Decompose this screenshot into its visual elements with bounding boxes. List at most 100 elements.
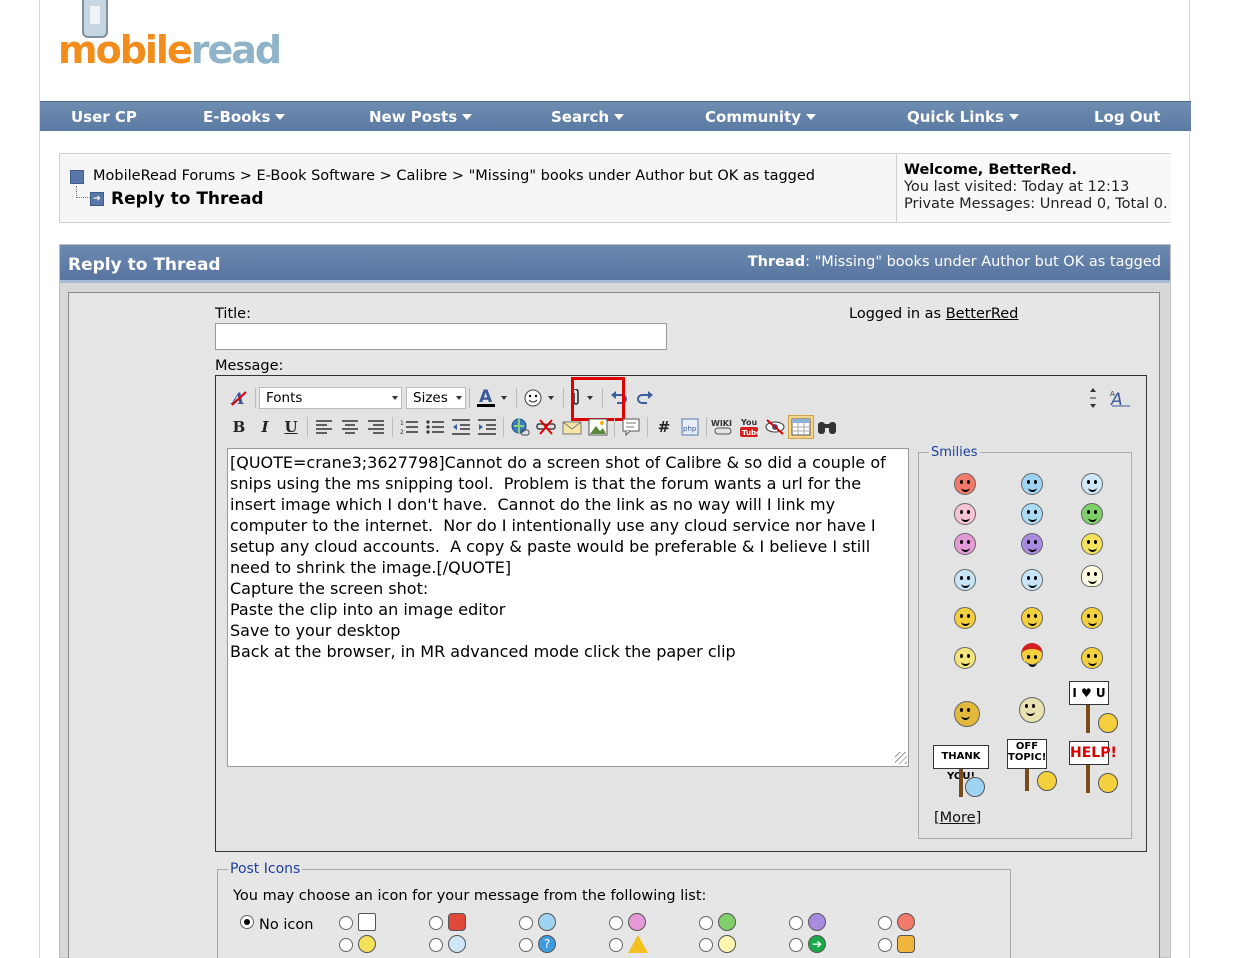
indent-icon[interactable] <box>474 415 500 439</box>
nav-new-posts[interactable]: New Posts <box>369 108 473 126</box>
nav-ebooks[interactable]: E-Books <box>203 108 286 126</box>
youtube-icon[interactable]: You Tube <box>736 415 762 439</box>
i-love-you-sign-icon[interactable]: I ♥ U <box>1064 681 1126 735</box>
remove-format-icon[interactable]: A <box>226 386 252 410</box>
book-smiley-icon[interactable] <box>954 701 980 727</box>
underline-icon[interactable]: U <box>278 415 304 439</box>
insert-table-icon[interactable] <box>788 415 814 439</box>
cool-smiley-icon[interactable] <box>1081 473 1103 495</box>
align-right-icon[interactable] <box>363 415 389 439</box>
italic-icon[interactable]: I <box>252 415 278 439</box>
radio-post-icon[interactable] <box>429 938 443 952</box>
radio-post-icon[interactable] <box>699 938 713 952</box>
title-input[interactable] <box>215 323 667 350</box>
radio-post-icon[interactable] <box>789 938 803 952</box>
site-logo[interactable]: mobileread <box>58 0 282 72</box>
message-textarea[interactable]: [QUOTE=crane3;3627798]Cannot do a screen… <box>227 448 909 767</box>
radio-post-icon[interactable] <box>699 916 713 930</box>
size-select[interactable]: Sizes <box>406 387 466 409</box>
bold-icon[interactable]: B <box>226 415 252 439</box>
nav-quick-links[interactable]: Quick Links <box>907 108 1019 126</box>
help-sign-icon[interactable]: HELP! <box>1064 741 1126 795</box>
santa-smiley-icon[interactable] <box>1021 643 1043 667</box>
logged-in-user-link[interactable]: BetterRed <box>946 306 1019 322</box>
thumbsup-smiley-icon[interactable] <box>1081 607 1103 629</box>
angry-smiley-icon[interactable] <box>954 473 976 495</box>
align-left-icon[interactable] <box>311 415 337 439</box>
php-code-icon[interactable]: php <box>677 415 703 439</box>
radio-post-icon[interactable] <box>609 938 623 952</box>
happy-smiley-icon[interactable] <box>1081 533 1103 555</box>
confused-smiley-icon[interactable] <box>954 569 976 591</box>
breadcrumb-link-forums[interactable]: MobileRead Forums <box>93 168 235 184</box>
chevron-down-icon[interactable] <box>501 396 507 400</box>
post-icon-grin <box>718 913 736 931</box>
resize-editor-icon[interactable] <box>1082 386 1104 410</box>
thinking-smiley-icon[interactable] <box>954 647 976 669</box>
quote-icon[interactable] <box>618 415 644 439</box>
nav-search[interactable]: Search <box>551 108 625 126</box>
svg-text:Tube: Tube <box>742 429 760 437</box>
breadcrumb-link-calibre[interactable]: Calibre <box>396 168 447 184</box>
shocked-smiley-icon[interactable] <box>1021 569 1043 591</box>
reading-smiley-icon[interactable] <box>1021 607 1043 629</box>
radio-post-icon[interactable] <box>878 916 892 930</box>
radio-post-icon[interactable] <box>339 916 353 930</box>
sad-smiley-icon[interactable] <box>1021 533 1043 555</box>
redo-icon[interactable] <box>632 386 658 410</box>
thank-you-sign-icon[interactable]: THANK YOU! <box>931 745 993 799</box>
spoiler-icon[interactable] <box>762 415 788 439</box>
paperclip-icon[interactable] <box>567 386 585 410</box>
more-smilies-link[interactable]: [More] <box>934 810 981 826</box>
radio-no-icon[interactable] <box>240 915 254 929</box>
remove-link-icon[interactable] <box>533 415 559 439</box>
radio-post-icon[interactable] <box>519 938 533 952</box>
off-topic-sign-icon[interactable]: OFF TOPIC! <box>1003 739 1065 793</box>
private-messages-link[interactable]: Private Messages: <box>904 196 1035 212</box>
smiley-icon[interactable] <box>520 386 546 410</box>
wink-smiley-icon[interactable] <box>1021 503 1043 525</box>
post-icons-instruction: You may choose an icon for your message … <box>233 888 707 904</box>
radio-post-icon[interactable] <box>429 916 443 930</box>
eyeroll-smiley-icon[interactable] <box>1021 473 1043 495</box>
laughing-smiley-icon[interactable] <box>1081 647 1103 669</box>
hashtag-icon[interactable]: # <box>651 415 677 439</box>
private-messages-count: Unread 0, Total 0. <box>1039 196 1168 212</box>
wave-smiley-icon[interactable] <box>954 607 976 629</box>
outdent-icon[interactable] <box>448 415 474 439</box>
insert-link-icon[interactable] <box>507 415 533 439</box>
radio-post-icon[interactable] <box>609 916 623 930</box>
radio-post-icon[interactable] <box>339 938 353 952</box>
breadcrumb-link-thread[interactable]: "Missing" books under Author but OK as t… <box>469 168 815 184</box>
no-icon-label: No icon <box>259 917 314 933</box>
logo-text-mobile: mobile <box>58 28 193 72</box>
ordered-list-icon[interactable]: 12 <box>396 415 422 439</box>
breadcrumb-link-ebook-software[interactable]: E-Book Software <box>257 168 376 184</box>
forum-home-icon[interactable] <box>70 170 84 184</box>
lightbulb-icon[interactable] <box>1081 565 1103 587</box>
insert-image-icon[interactable] <box>585 415 611 439</box>
smilies-legend: Smilies <box>929 445 980 460</box>
reader-smiley-icon[interactable] <box>1019 697 1045 723</box>
textarea-resize-grip[interactable] <box>895 752 907 764</box>
chevron-down-icon[interactable] <box>587 396 593 400</box>
grin-smiley-icon[interactable] <box>1081 503 1103 525</box>
undo-icon[interactable] <box>606 386 632 410</box>
radio-post-icon[interactable] <box>789 916 803 930</box>
font-color-icon[interactable]: A <box>473 386 499 410</box>
binoculars-icon[interactable] <box>814 415 840 439</box>
switch-editor-mode-icon[interactable]: AA <box>1109 386 1133 410</box>
nav-user-cp[interactable]: User CP <box>71 108 137 126</box>
font-select[interactable]: Fonts <box>259 387 402 409</box>
chevron-down-icon[interactable] <box>548 396 554 400</box>
radio-post-icon[interactable] <box>519 916 533 930</box>
insert-email-icon[interactable] <box>559 415 585 439</box>
tongue-smiley-icon[interactable] <box>954 503 976 525</box>
unordered-list-icon[interactable] <box>422 415 448 439</box>
wiki-icon[interactable]: WIKI <box>710 415 736 439</box>
nav-community[interactable]: Community <box>705 108 817 126</box>
nav-log-out[interactable]: Log Out <box>1094 108 1160 126</box>
smile-pink-smiley-icon[interactable] <box>954 533 976 555</box>
radio-post-icon[interactable] <box>878 938 892 952</box>
align-center-icon[interactable] <box>337 415 363 439</box>
